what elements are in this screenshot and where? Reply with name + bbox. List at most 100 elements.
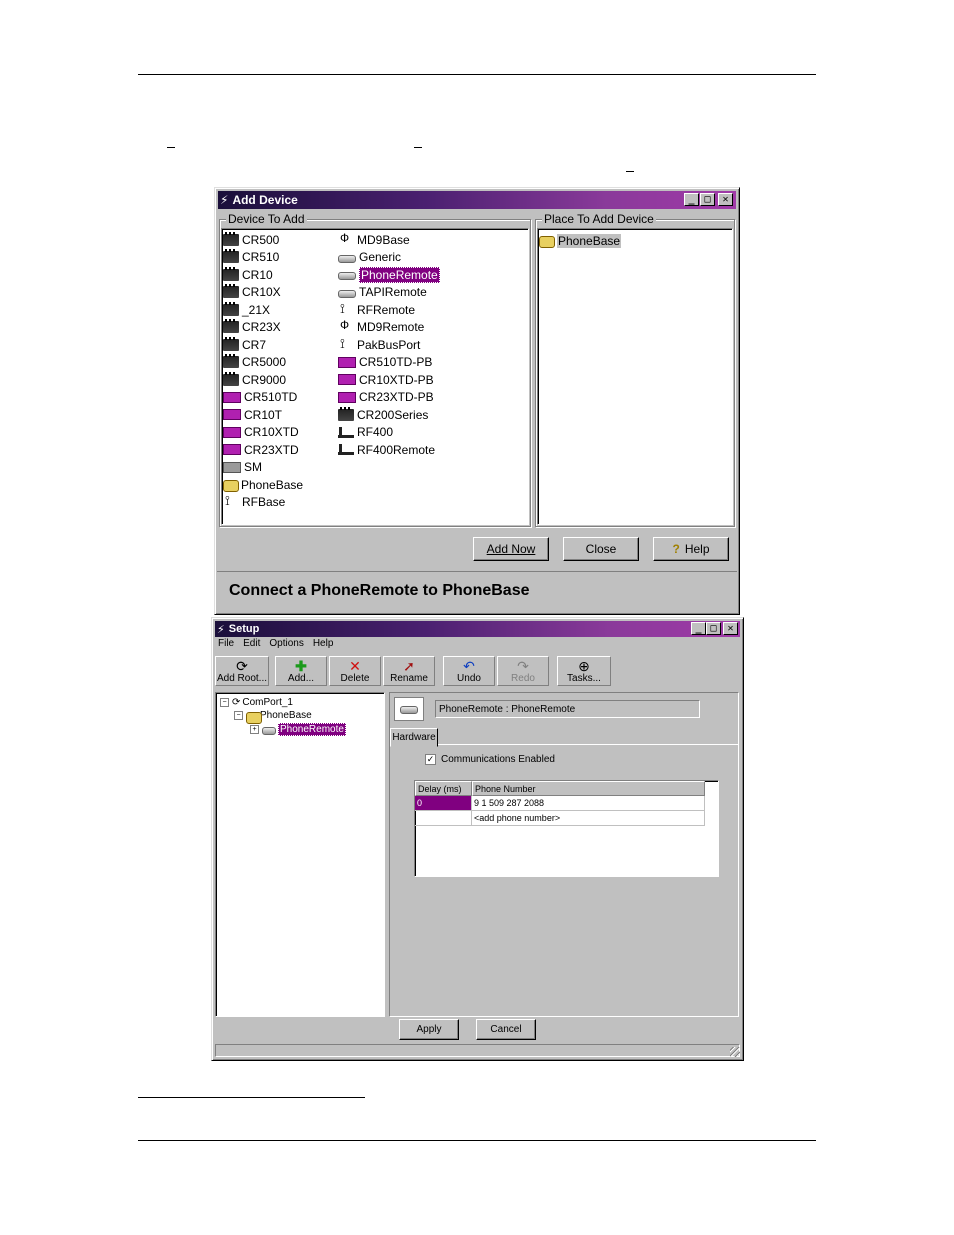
device-item-cr10xtd-pb[interactable]: CR10XTD-PB [338,371,434,388]
antenna-icon [338,318,354,333]
device-item-rf400[interactable]: RF400 [338,424,393,441]
collapse-icon[interactable]: − [234,711,243,720]
collapse-icon[interactable]: − [220,698,229,707]
device-item-pakbusport[interactable]: PakBusPort [338,336,420,353]
device-item-cr200series[interactable]: CR200Series [338,406,428,423]
modem-icon [338,272,356,280]
device-item-cr10[interactable]: CR10 [223,266,273,283]
close-button[interactable]: Close [563,537,639,561]
tab-hardware[interactable]: Hardware [390,728,438,747]
device-item-cr23xtd-pb[interactable]: CR23XTD-PB [338,389,434,406]
resize-grip-icon[interactable] [730,1047,740,1057]
grid-cell-phone[interactable]: 9 1 509 287 2088 [472,796,705,811]
rf400-icon [338,426,354,438]
device-label: CR7 [242,337,267,352]
properties-panel: PhoneRemote : PhoneRemote Hardware ✓ Com… [389,692,739,1017]
menu-help[interactable]: Help [313,638,334,649]
device-item-md9remote[interactable]: MD9Remote [338,318,424,336]
maximize-button[interactable]: □ [706,622,721,635]
maximize-button[interactable]: □ [700,193,715,206]
device-item-cr5000[interactable]: CR5000 [223,354,286,371]
cancel-button[interactable]: Cancel [476,1019,536,1040]
device-label: CR10 [242,267,273,282]
undo-button[interactable]: ↶ Undo [443,656,495,686]
device-label: CR23X [242,320,281,334]
menu-options[interactable]: Options [269,638,303,649]
phone-number-grid[interactable]: Delay (ms) Phone Number 0 9 1 509 287 20… [414,780,719,877]
radio-icon [338,301,354,317]
redo-button[interactable]: ↷ Redo [497,656,549,686]
datalogger-td-icon [223,426,241,438]
add-device-titlebar[interactable]: ⚡ Add Device _ □ ✕ [218,191,736,209]
status-message: Connect a PhoneRemote to PhoneBase [229,582,530,599]
minimize-button[interactable]: _ [691,622,706,635]
delete-button[interactable]: ✕ Delete [329,656,381,686]
grid-cell-delay[interactable] [415,811,472,826]
minimize-button[interactable]: _ [684,193,699,206]
add-now-button[interactable]: Add Now [473,537,549,561]
grid-cell-phone[interactable]: <add phone number> [472,811,705,826]
device-item-rf400remote[interactable]: RF400Remote [338,441,435,458]
device-item-cr23xtd[interactable]: CR23XTD [223,441,299,458]
device-item-cr510td[interactable]: CR510TD [223,389,297,406]
datalogger-td-icon [223,444,241,455]
network-tree[interactable]: − ⟳ ComPort_1 − PhoneBase + PhoneRemote [215,692,385,1017]
datalogger-icon [338,406,354,421]
undo-icon: ↶ [463,658,475,674]
device-item-md9base[interactable]: MD9Base [338,231,410,248]
device-item-cr510[interactable]: CR510 [223,249,279,266]
device-item-cr10x[interactable]: CR10X [223,284,281,301]
close-window-button[interactable]: ✕ [723,622,738,635]
device-label: CR510TD-PB [359,355,433,369]
col-header-delay[interactable]: Delay (ms) [415,781,472,796]
add-button[interactable]: ✚ Add... [275,656,327,686]
tree-node-comport[interactable]: − ⟳ ComPort_1 [220,697,293,708]
grid-cell-delay[interactable]: 0 [415,796,472,811]
add-root-button[interactable]: ⟳ Add Root... [215,656,269,686]
device-item-cr9000[interactable]: CR9000 [223,371,286,388]
device-item-cr7[interactable]: CR7 [223,336,266,353]
tasks-button[interactable]: ⊕ Tasks... [557,656,611,686]
tree-item-phonebase[interactable]: PhoneBase [539,232,622,249]
comm-enabled-checkbox[interactable]: ✓ [425,754,436,765]
phone-icon [223,478,239,492]
device-item-cr510td-pb[interactable]: CR510TD-PB [338,354,432,371]
menu-edit[interactable]: Edit [243,638,260,649]
device-item--21x[interactable]: _21X [223,301,270,318]
rename-icon: ➚ [403,658,415,674]
menu-file[interactable]: File [218,638,234,649]
device-item-cr10xtd[interactable]: CR10XTD [223,424,299,441]
device-item-cr23x[interactable]: CR23X [223,319,281,336]
tree-node-phonebase[interactable]: − PhoneBase [234,710,312,724]
help-question-icon: ? [672,542,680,556]
storage-module-icon [223,461,241,473]
rf400-icon [338,444,354,455]
modem-icon [338,289,356,298]
device-item-sm[interactable]: SM [223,459,262,476]
comm-enabled-row: ✓ Communications Enabled [425,754,555,765]
device-item-rfbase[interactable]: RFBase [223,493,285,511]
place-tree[interactable]: PhoneBase [537,228,733,525]
device-item-generic[interactable]: Generic [338,249,401,266]
tree-node-phoneremote[interactable]: + PhoneRemote [250,723,346,736]
setup-titlebar[interactable]: ⚡ Setup _ □ ✕ [215,621,740,637]
device-item-phoneremote[interactable]: PhoneRemote [338,266,440,283]
apply-button[interactable]: Apply [399,1019,459,1040]
rename-button[interactable]: ➚ Rename [383,656,435,686]
device-list[interactable]: CR500 CR510 CR10 CR10X _21X CR23X CR7 CR5000 CR9… [221,228,529,525]
help-button[interactable]: ? Help [653,537,729,561]
datalogger-td-icon [338,391,356,403]
device-item-phonebase[interactable]: PhoneBase [223,476,303,493]
close-window-button[interactable]: ✕ [718,193,733,206]
device-item-tapiremote[interactable]: TAPIRemote [338,284,427,301]
device-label: _21X [242,302,271,317]
expand-icon[interactable]: + [250,725,259,734]
device-item-cr500[interactable]: CR500 [223,231,279,248]
device-item-rfremote[interactable]: RFRemote [338,301,415,318]
device-item-cr10t[interactable]: CR10T [223,406,282,423]
col-header-phone[interactable]: Phone Number [472,781,705,796]
tasks-icon: ⊕ [578,658,590,674]
app-icon: ⚡ [220,193,229,207]
datalogger-icon [223,231,239,246]
device-label: Generic [359,250,402,264]
